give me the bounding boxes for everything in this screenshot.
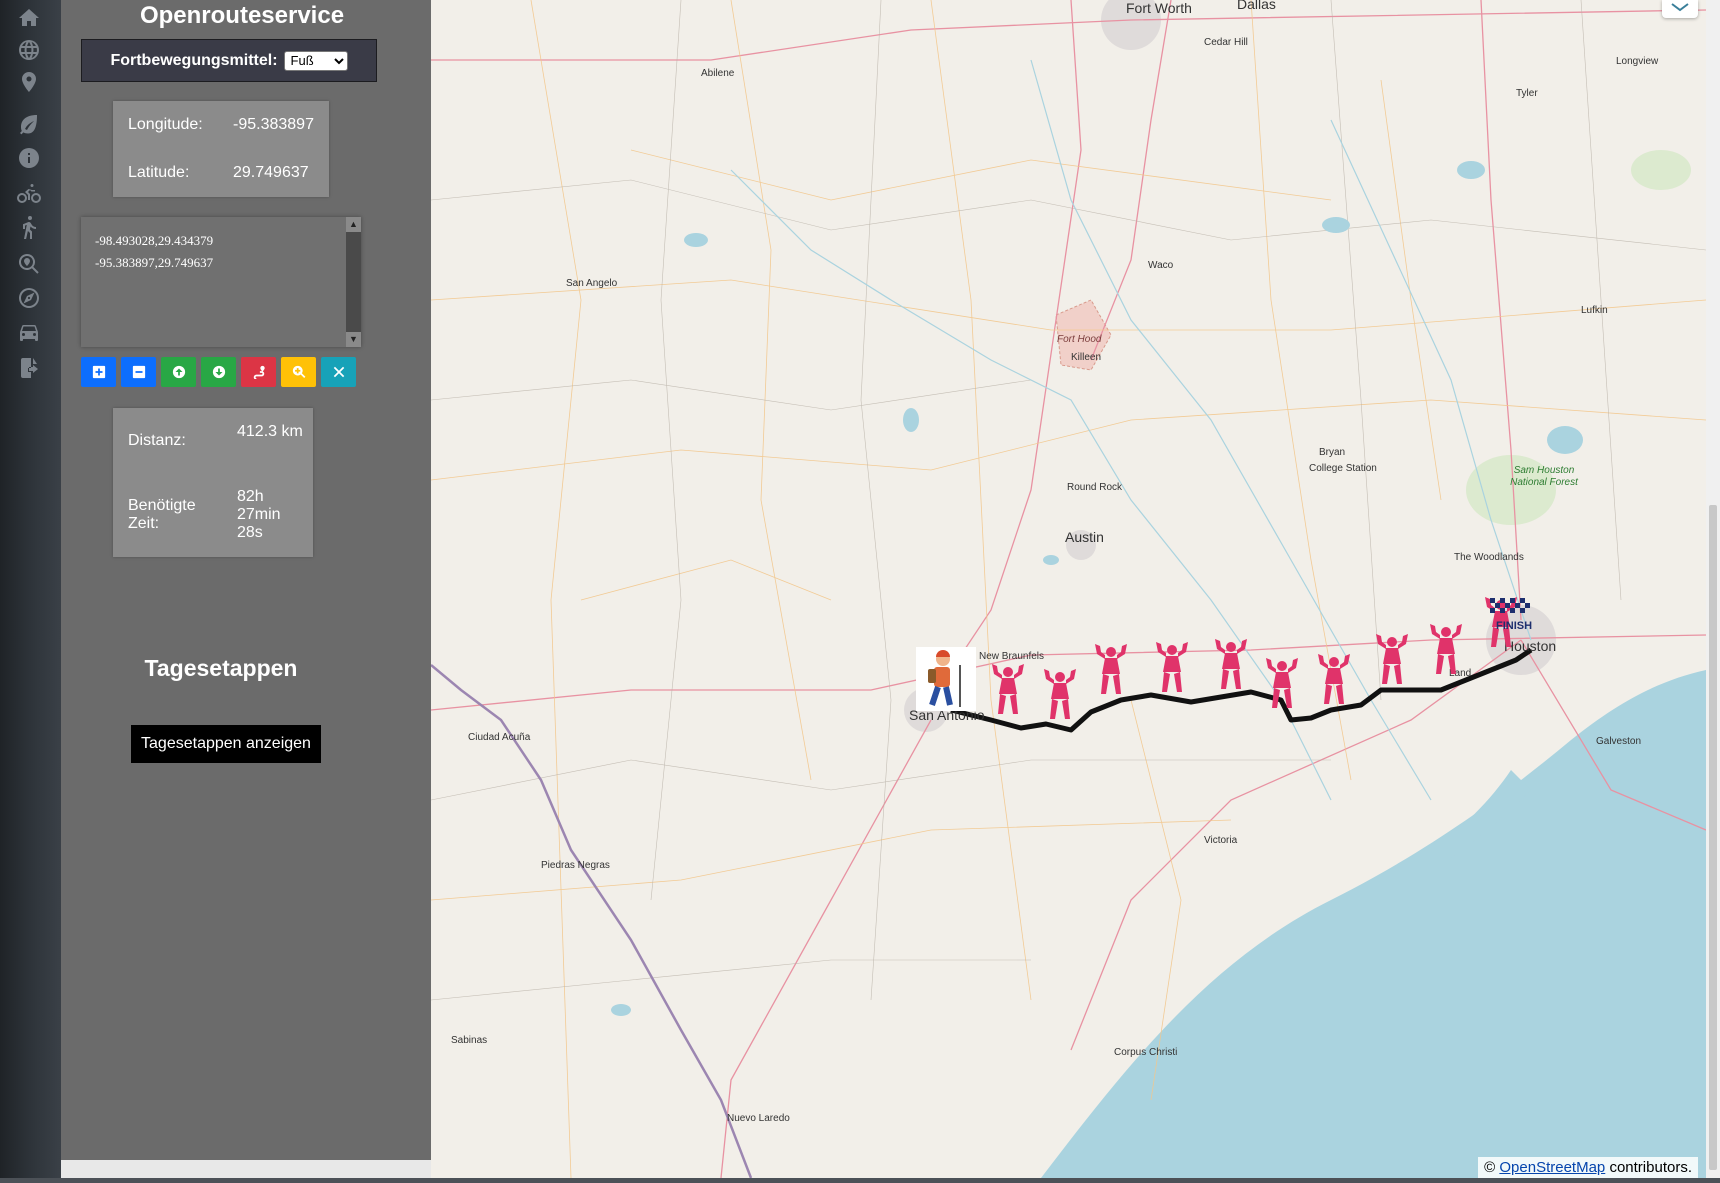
move-down-button[interactable]	[201, 357, 236, 387]
route-panel: Openrouteservice Fortbewegungsmittel: Fu…	[61, 0, 431, 1160]
minus-square-icon	[132, 365, 145, 379]
map-pin-icon[interactable]	[15, 70, 43, 94]
transport-dropdown[interactable]: Fuß	[283, 50, 348, 71]
openstreetmap-link[interactable]: OpenStreetMap	[1499, 1159, 1605, 1176]
bottom-scrollbar	[0, 1178, 1720, 1183]
stage-marker-flexing-person-icon[interactable]	[1215, 639, 1247, 689]
leaf-icon[interactable]	[15, 112, 43, 136]
latitude-value: 29.749637	[233, 164, 309, 181]
map-view[interactable]: Fort Worth Dallas Cedar Hill Abilene Lon…	[431, 0, 1706, 1178]
longitude-value: -95.383897	[233, 116, 314, 133]
move-up-button[interactable]	[161, 357, 196, 387]
icon-sidebar	[0, 0, 61, 1178]
info-icon[interactable]	[15, 146, 43, 170]
coordinate-card: Longitude: -95.383897 Latitude: 29.74963…	[113, 101, 329, 197]
attribution-suffix: contributors.	[1609, 1159, 1692, 1176]
stage-marker-flexing-person-icon[interactable]	[1266, 658, 1298, 708]
coordinates-textarea[interactable]: -98.493028,29.434379 -95.383897,29.74963…	[81, 217, 361, 347]
zoom-in-icon	[292, 365, 305, 378]
arrow-circle-down-icon	[212, 365, 225, 379]
stages-title: Tagesetappen	[144, 655, 298, 681]
finish-marker-text: FINISH	[1496, 620, 1533, 632]
bicycle-icon[interactable]	[15, 182, 43, 206]
transport-selector: Fortbewegungsmittel: Fuß	[81, 39, 377, 82]
longitude-label: Longitude:	[128, 116, 203, 133]
map-label: Piedras Negras	[541, 860, 610, 871]
times-icon	[333, 366, 344, 378]
scroll-up-arrow-icon[interactable]: ▲	[346, 217, 361, 232]
map-label: Victoria	[1204, 835, 1238, 846]
stage-markers	[992, 597, 1517, 719]
finish-marker[interactable]: FINISH	[1486, 596, 1534, 636]
clear-button[interactable]	[321, 357, 356, 387]
map-label: Corpus Christi	[1114, 1047, 1178, 1058]
distance-value: 412.3 km	[237, 423, 303, 440]
zoom-button[interactable]	[281, 357, 316, 387]
stage-marker-flexing-person-icon[interactable]	[1376, 634, 1408, 684]
show-stages-button[interactable]: Tagesetappen anzeigen	[131, 725, 321, 763]
route-button[interactable]	[241, 357, 276, 387]
plus-square-icon	[92, 365, 105, 379]
home-icon[interactable]	[15, 6, 43, 30]
distance-label: Distanz:	[128, 432, 186, 449]
globe-icon[interactable]	[15, 38, 43, 62]
hiker-icon[interactable]	[15, 216, 43, 240]
car-icon[interactable]	[15, 320, 43, 344]
layer-switcher-button[interactable]	[1662, 0, 1698, 18]
time-value: 82h 27min 28s	[237, 488, 281, 541]
scrollbar-thumb[interactable]	[1709, 505, 1717, 1170]
route-result-card: Distanz: 412.3 km Benötigte Zeit: 82h 27…	[113, 408, 313, 557]
add-point-button[interactable]	[81, 357, 116, 387]
attribution-prefix: ©	[1484, 1159, 1496, 1176]
stage-marker-flexing-person-icon[interactable]	[992, 664, 1024, 714]
search-location-icon[interactable]	[15, 252, 43, 276]
stage-marker-flexing-person-icon[interactable]	[1156, 642, 1188, 692]
scroll-down-arrow-icon[interactable]: ▼	[346, 332, 361, 347]
export-icon[interactable]	[15, 356, 43, 380]
textarea-scrollbar[interactable]: ▲ ▼	[346, 217, 361, 347]
tool-button-row	[81, 357, 356, 387]
app-title: Openrouteservice	[139, 2, 345, 29]
arrow-circle-up-icon	[172, 365, 185, 379]
time-label: Benötigte Zeit:	[128, 497, 196, 532]
page-scrollbar[interactable]	[1706, 0, 1720, 1178]
coordinates-text: -98.493028,29.434379 -95.383897,29.74963…	[95, 233, 214, 270]
layers-icon	[1671, 3, 1689, 12]
route-icon	[253, 365, 265, 379]
compass-icon[interactable]	[15, 286, 43, 310]
remove-point-button[interactable]	[121, 357, 156, 387]
stage-marker-flexing-person-icon[interactable]	[1318, 654, 1350, 704]
stage-marker-flexing-person-icon[interactable]	[1430, 624, 1462, 674]
stage-marker-flexing-person-icon[interactable]	[1044, 669, 1076, 719]
map-label: Nuevo Laredo	[727, 1113, 790, 1124]
transport-label: Fortbewegungsmittel:	[110, 51, 278, 69]
map-attribution: © OpenStreetMap contributors.	[1478, 1157, 1698, 1178]
map-label: Sabinas	[451, 1035, 488, 1046]
stage-marker-flexing-person-icon[interactable]	[1095, 644, 1127, 694]
latitude-label: Latitude:	[128, 164, 190, 181]
